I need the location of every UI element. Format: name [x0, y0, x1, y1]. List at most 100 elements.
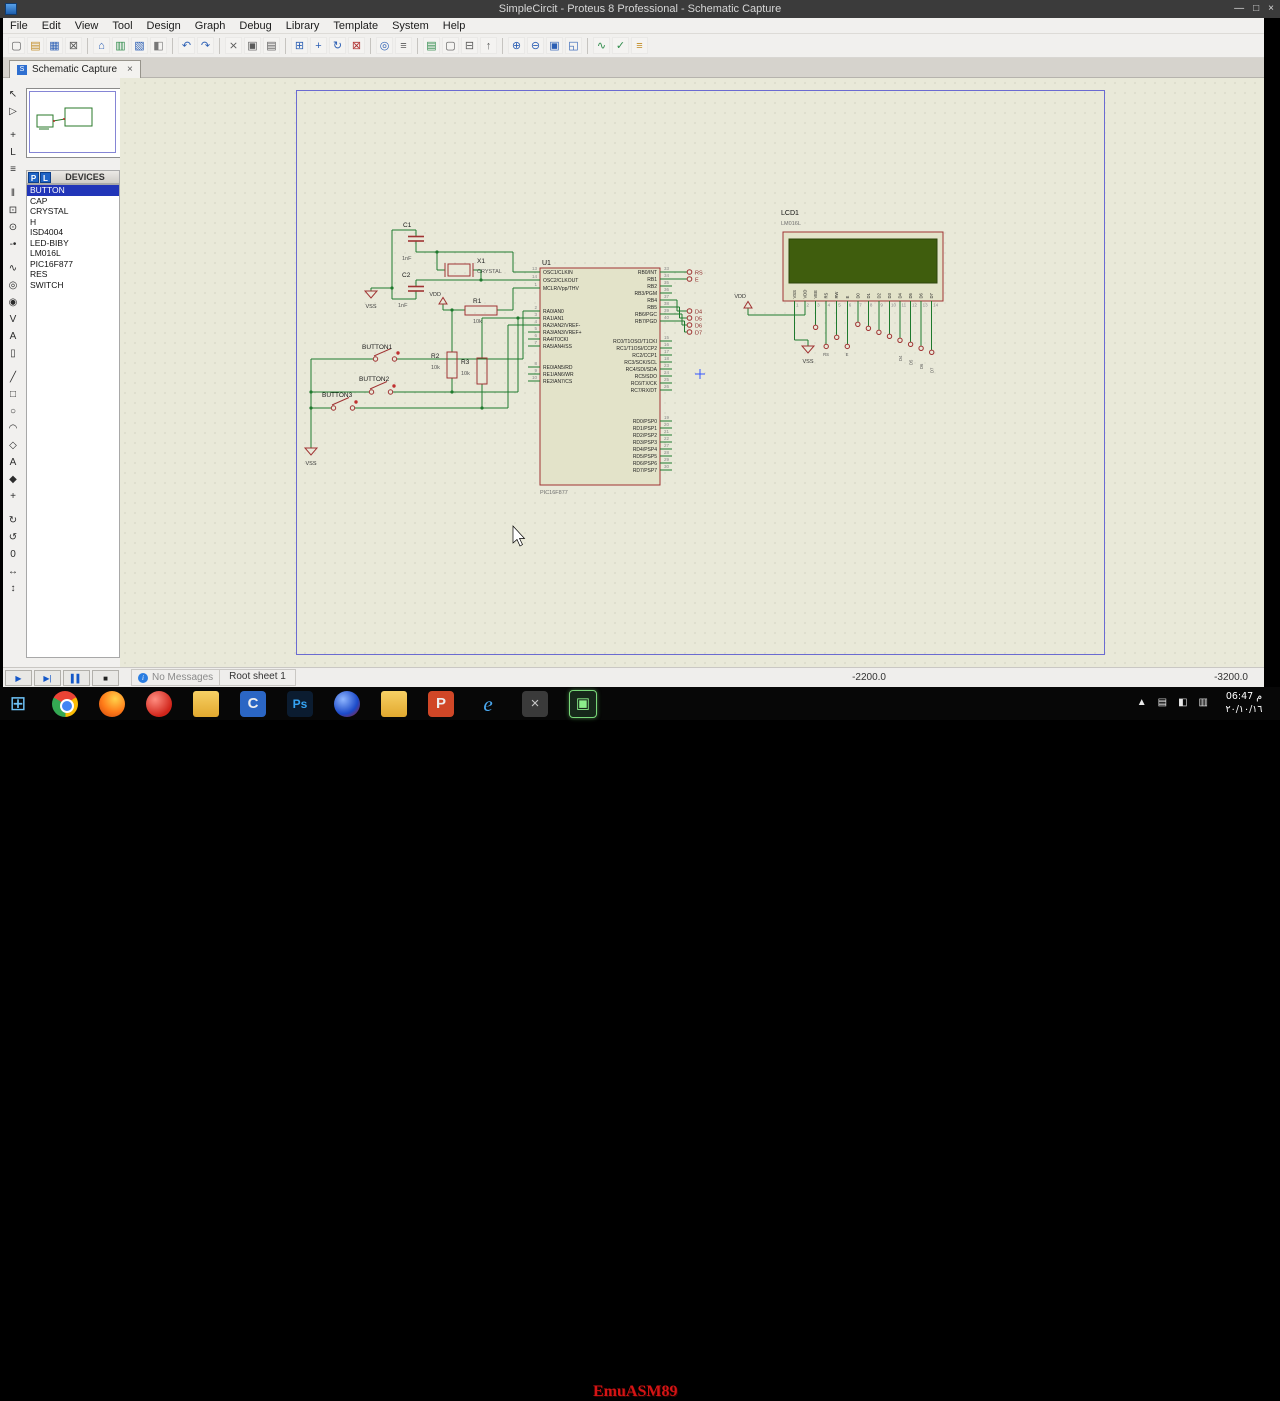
tray-icon-0[interactable]: ▲ — [1137, 695, 1147, 711]
3d-visualizer-icon[interactable]: ◧ — [150, 37, 167, 54]
tray-icon-3[interactable]: ▥ — [1199, 695, 1208, 711]
graph-mode-icon[interactable]: ∿ — [5, 262, 21, 276]
wires[interactable] — [310, 229, 540, 448]
save-project-icon[interactable]: ▦ — [46, 37, 63, 54]
device-pins-mode-icon[interactable]: -• — [5, 238, 21, 252]
tab-close-icon[interactable]: × — [127, 64, 133, 75]
file-explorer-icon[interactable] — [193, 690, 219, 717]
component-mode-icon[interactable]: ▷ — [5, 105, 21, 119]
paste-icon[interactable]: ▤ — [263, 37, 280, 54]
schematic-canvas[interactable]: C1 1nF C2 1nF X1 CRYSTAL R1 10k R2 10k R… — [120, 78, 1264, 667]
button2[interactable]: BUTTON2 — [359, 376, 396, 395]
power-terminal-r1[interactable]: VDD — [429, 292, 448, 305]
2d-arc-mode-icon[interactable]: ◠ — [5, 422, 21, 436]
dev-cpp-icon[interactable]: C — [240, 690, 266, 717]
library-button[interactable]: L — [40, 171, 51, 183]
menu-template[interactable]: Template — [326, 20, 385, 32]
close-button[interactable]: × — [1268, 0, 1274, 18]
device-button[interactable]: BUTTON — [27, 185, 119, 196]
zoom-area-icon[interactable]: ◱ — [565, 37, 582, 54]
capacitor-c1[interactable]: C1 1nF — [402, 222, 424, 262]
resistor-r1[interactable]: R1 10k — [464, 298, 498, 325]
menu-library[interactable]: Library — [279, 20, 327, 32]
electrical-check-icon[interactable]: ✓ — [612, 37, 629, 54]
zoom-out-icon[interactable]: ⊖ — [527, 37, 544, 54]
crystal-x1[interactable]: X1 CRYSTAL — [444, 258, 502, 277]
home-page-icon[interactable]: ⌂ — [93, 37, 110, 54]
emuasm-window-icon[interactable]: ▣ — [569, 689, 597, 718]
exit-to-parent-icon[interactable]: ↑ — [480, 37, 497, 54]
play-button[interactable]: ▶ — [5, 669, 32, 686]
title-bar[interactable]: SimpleCircit - Proteus 8 Professional - … — [0, 0, 1280, 18]
tray-icon-2[interactable]: ◧ — [1178, 695, 1187, 711]
documents-folder-icon[interactable] — [381, 690, 407, 717]
resistor-r3[interactable]: R3 10k — [461, 357, 488, 385]
internet-explorer-icon[interactable]: e — [475, 691, 501, 717]
block-delete-icon[interactable]: ⊠ — [348, 37, 365, 54]
selection-mode-icon[interactable]: ↖ — [5, 88, 21, 102]
photoshop-icon[interactable]: Ps — [287, 690, 313, 717]
device-crystal[interactable]: CRYSTAL — [27, 206, 119, 217]
device-isd4004[interactable]: ISD4004 — [27, 227, 119, 238]
button3[interactable]: BUTTON3 — [322, 392, 358, 411]
pause-button[interactable]: ▌▌ — [63, 669, 90, 686]
pcb-layout-view-icon[interactable]: ▧ — [131, 37, 148, 54]
chrome-icon[interactable] — [52, 690, 78, 717]
device-lm016l[interactable]: LM016L — [27, 248, 119, 259]
start-button-icon[interactable]: ⊞ — [5, 691, 31, 717]
junction-dot-mode-icon[interactable]: + — [5, 129, 21, 143]
step-button[interactable]: ▶| — [34, 669, 61, 686]
maximize-button[interactable]: □ — [1253, 0, 1259, 18]
voltage-probe-mode-icon[interactable]: V — [5, 313, 21, 327]
tape-recorder-mode-icon[interactable]: ◎ — [5, 279, 21, 293]
terminals-mode-icon[interactable]: ⊙ — [5, 221, 21, 235]
device-res[interactable]: RES — [27, 269, 119, 280]
tab-schematic-capture[interactable]: S Schematic Capture × — [9, 60, 141, 78]
ground-terminal-crystal[interactable]: VSS — [363, 290, 379, 310]
new-project-icon[interactable]: ▢ — [8, 37, 25, 54]
menu-graph[interactable]: Graph — [188, 20, 233, 32]
2d-path-mode-icon[interactable]: ◇ — [5, 439, 21, 453]
firefox-icon[interactable] — [99, 690, 125, 717]
2d-marker-mode-icon[interactable]: + — [5, 490, 21, 504]
bill-of-materials-icon[interactable]: ≡ — [631, 37, 648, 54]
wire-label-mode-icon[interactable]: L — [5, 146, 21, 160]
lcd1-lm016l[interactable]: LCD1 LM016L — [781, 210, 944, 302]
device-h[interactable]: H — [27, 217, 119, 228]
app-red-orb-icon[interactable] — [146, 690, 172, 717]
buses-mode-icon[interactable]: ‖ — [5, 187, 21, 201]
block-rotate-icon[interactable]: ↻ — [329, 37, 346, 54]
device-switch[interactable]: SWITCH — [27, 280, 119, 291]
design-explorer-icon[interactable]: ▤ — [423, 37, 440, 54]
mirror-vertical-icon[interactable]: ↕ — [5, 582, 21, 596]
menu-help[interactable]: Help — [436, 20, 473, 32]
opera-orb-icon[interactable] — [334, 690, 360, 717]
device-pic16f877[interactable]: PIC16F877 — [27, 259, 119, 270]
rotate-anticlockwise-icon[interactable]: ↺ — [5, 531, 21, 545]
resistor-r2[interactable]: R2 10k — [431, 351, 458, 379]
search-icon[interactable]: ◎ — [376, 37, 393, 54]
2d-box-mode-icon[interactable]: □ — [5, 388, 21, 402]
mirror-horizontal-icon[interactable]: ↔ — [5, 565, 21, 579]
tray-icon-1[interactable]: ▤ — [1158, 695, 1167, 711]
overview-panel[interactable] — [26, 88, 121, 158]
close-app-icon[interactable]: × — [522, 690, 548, 717]
menu-tool[interactable]: Tool — [105, 20, 139, 32]
close-project-icon[interactable]: ⊠ — [65, 37, 82, 54]
u1-port-terminals[interactable]: RS E D4 D5 D6 D7 — [672, 269, 703, 337]
block-copy-icon[interactable]: ⊞ — [291, 37, 308, 54]
menu-system[interactable]: System — [385, 20, 436, 32]
zoom-extents-icon[interactable]: ▣ — [546, 37, 563, 54]
2d-circle-mode-icon[interactable]: ○ — [5, 405, 21, 419]
rotate-clockwise-icon[interactable]: ↻ — [5, 514, 21, 528]
ground-terminal-buttons[interactable]: VSS — [303, 447, 319, 467]
current-probe-mode-icon[interactable]: A — [5, 330, 21, 344]
property-assignment-icon[interactable]: ≡ — [395, 37, 412, 54]
block-move-icon[interactable]: + — [310, 37, 327, 54]
text-script-mode-icon[interactable]: ≡ — [5, 163, 21, 177]
cut-icon[interactable]: ⨯ — [225, 37, 242, 54]
menu-debug[interactable]: Debug — [232, 20, 278, 32]
copy-icon[interactable]: ▣ — [244, 37, 261, 54]
subcircuit-mode-icon[interactable]: ⊡ — [5, 204, 21, 218]
2d-text-mode-icon[interactable]: A — [5, 456, 21, 470]
